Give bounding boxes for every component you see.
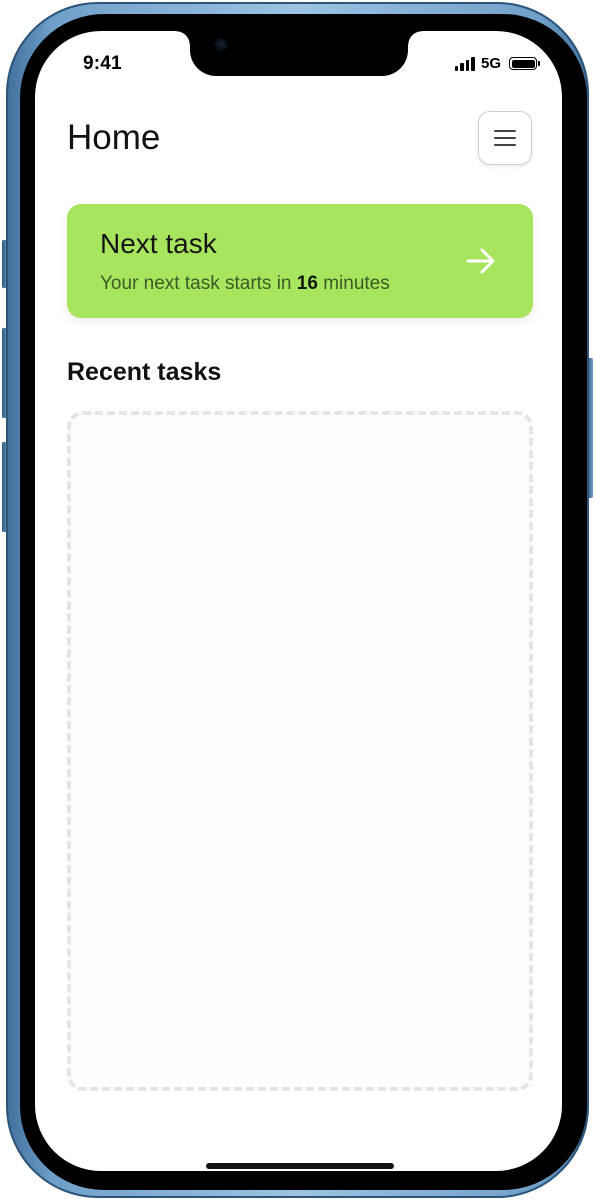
next-task-minutes: 16: [296, 273, 318, 294]
home-indicator[interactable]: [206, 1163, 394, 1169]
phone-device: 9:41 5G Home Next task Your next task st…: [0, 0, 595, 1200]
hamburger-menu-icon: [494, 130, 516, 146]
next-task-subtitle: Your next task starts in 16 minutes: [100, 273, 390, 295]
phone-screen: 9:41 5G Home Next task Your next task st…: [35, 31, 562, 1171]
next-task-card[interactable]: Next task Your next task starts in 16 mi…: [67, 204, 533, 318]
battery-icon: [509, 57, 540, 70]
menu-button[interactable]: [478, 111, 532, 165]
next-task-subtitle-suffix: minutes: [317, 273, 390, 294]
network-type: 5G: [480, 55, 501, 72]
status-icons: 5G: [454, 55, 540, 72]
front-camera: [214, 38, 228, 52]
arrow-right-icon: [466, 248, 495, 274]
status-time: 9:41: [83, 53, 122, 74]
page-title: Home: [67, 118, 161, 157]
next-task-subtitle-prefix: Your next task starts in: [100, 273, 297, 294]
cellular-signal-icon: [454, 56, 475, 71]
notch: [176, 31, 422, 76]
recent-tasks-title: Recent tasks: [67, 358, 222, 386]
recent-tasks-empty-placeholder: [67, 411, 533, 1091]
next-task-title: Next task: [100, 228, 217, 259]
